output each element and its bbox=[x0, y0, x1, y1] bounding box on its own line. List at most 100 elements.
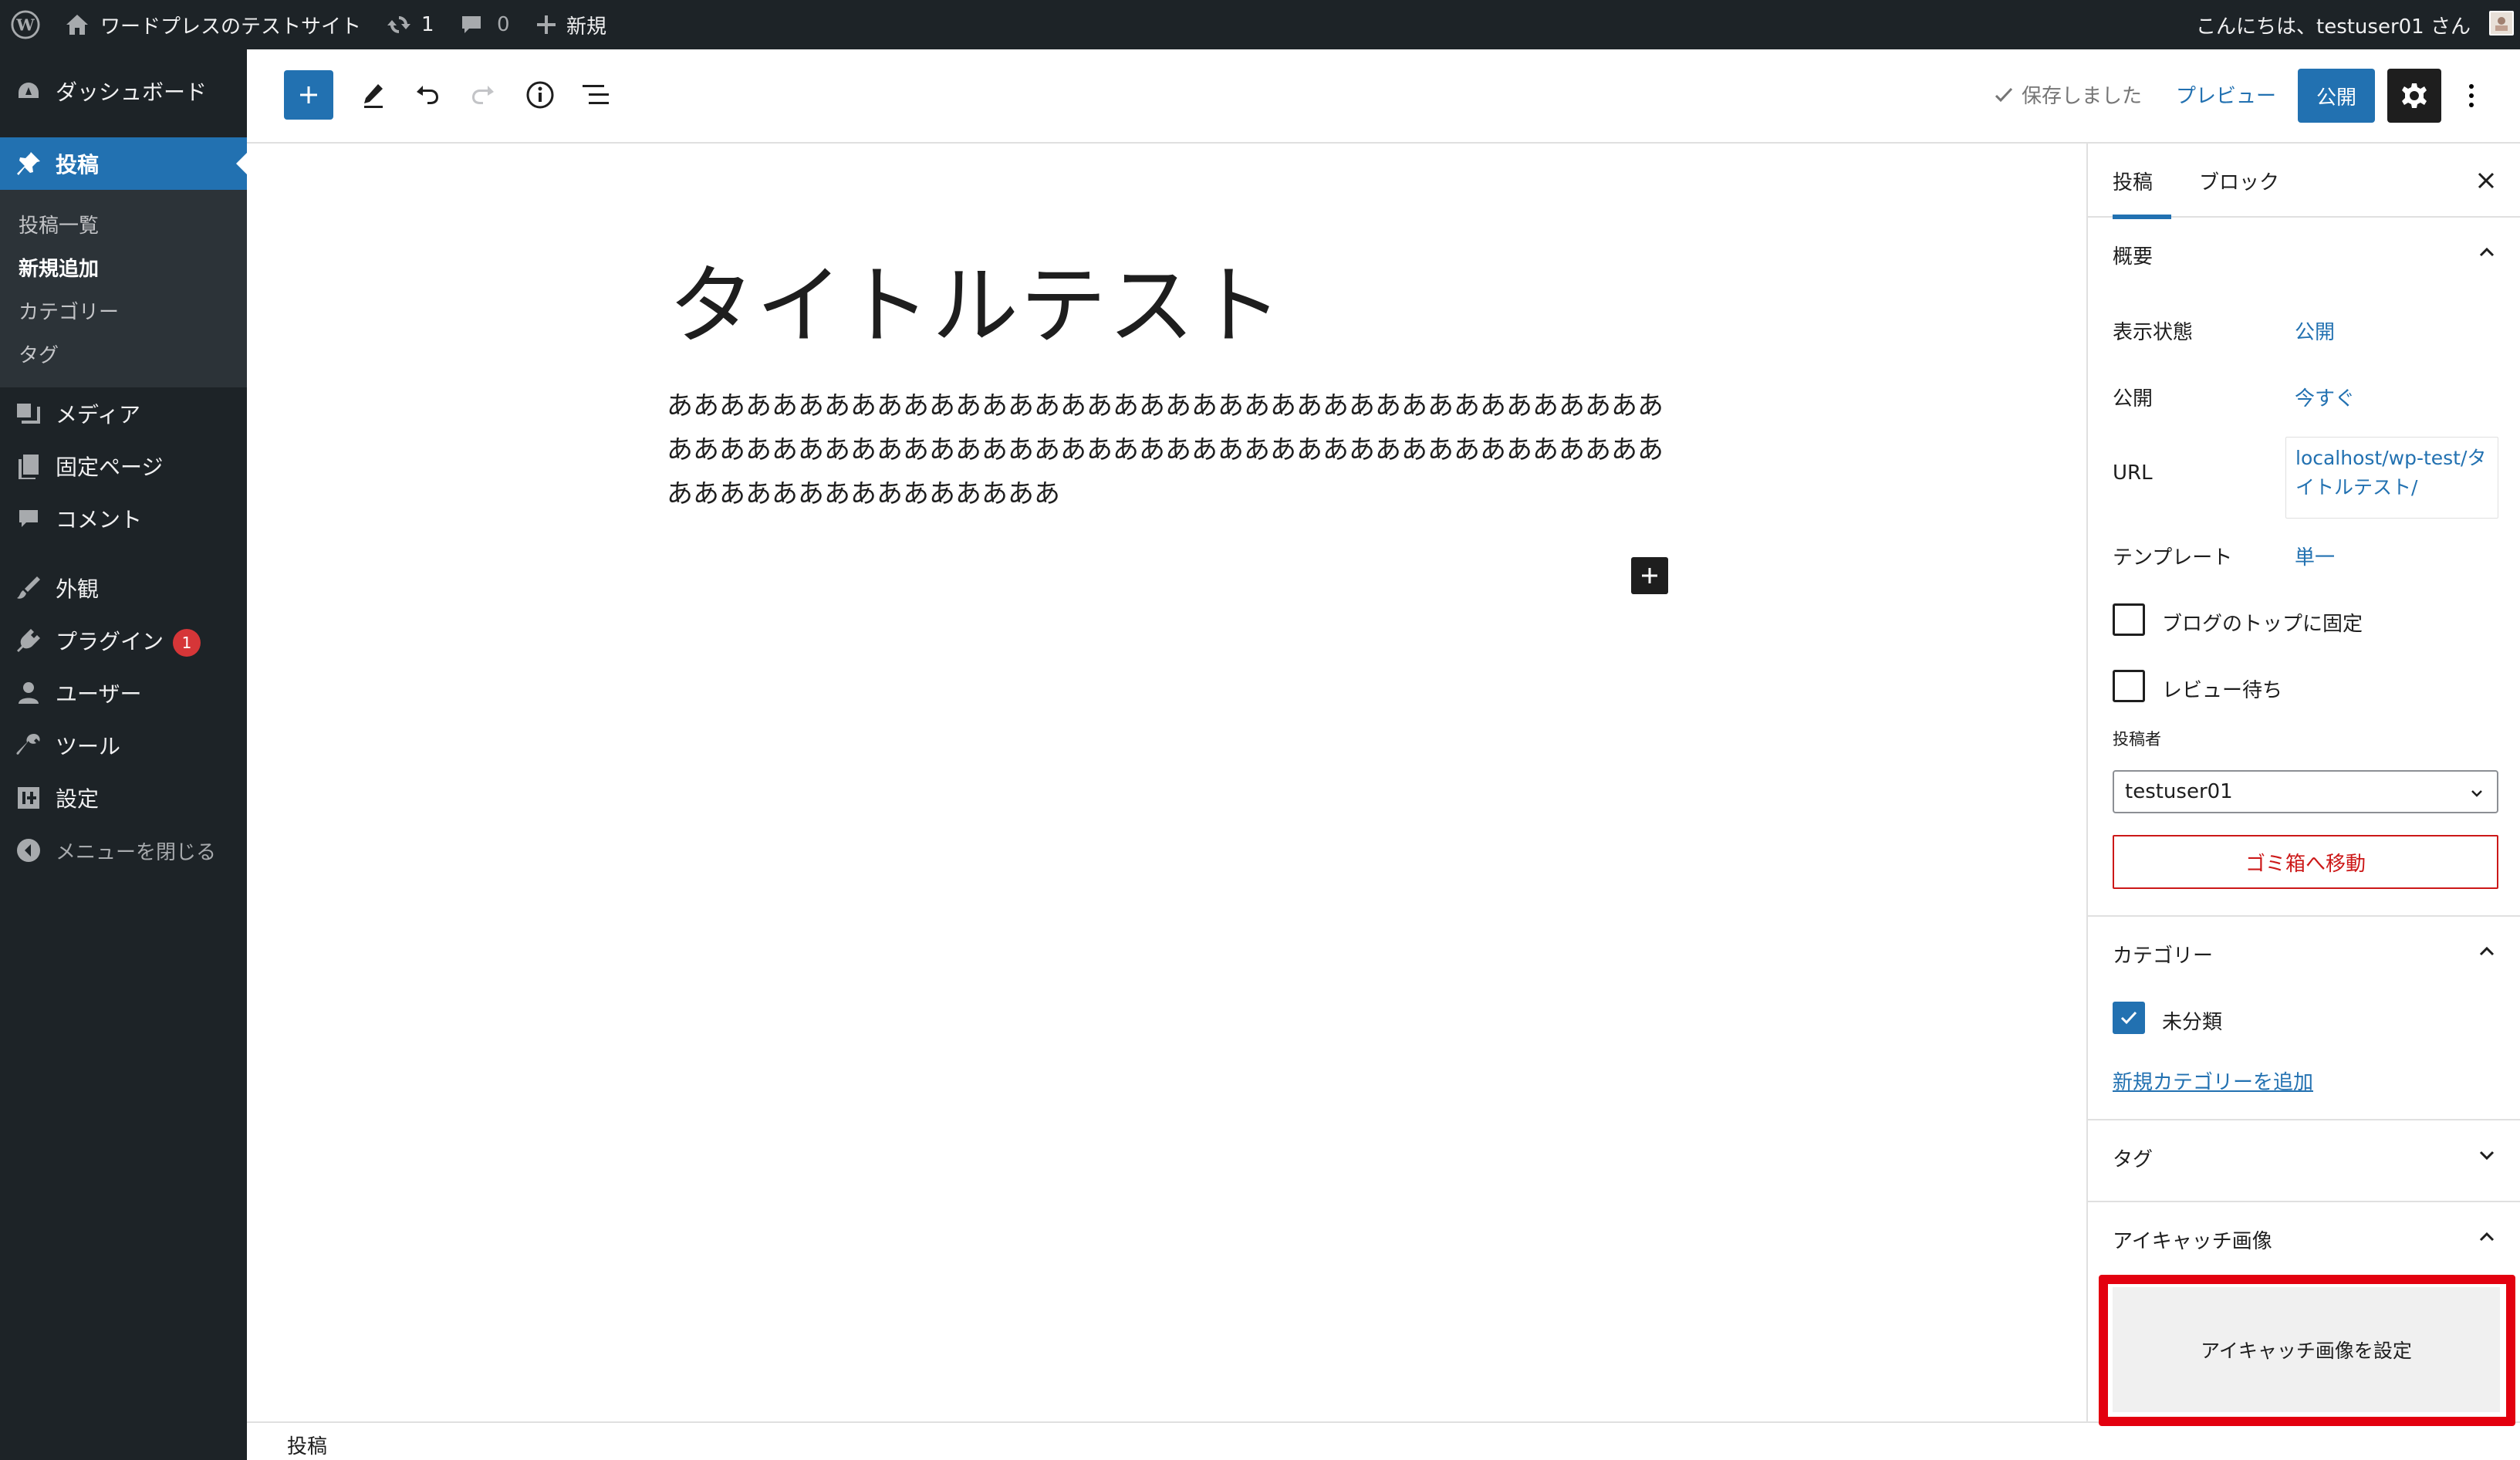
appearance-icon bbox=[15, 575, 42, 601]
visibility-label: 表示状態 bbox=[2113, 321, 2194, 344]
sidebar-item-label: メディア bbox=[56, 402, 141, 428]
panel-title: タグ bbox=[2113, 1147, 2153, 1171]
sidebar-item-media[interactable]: メディア bbox=[0, 387, 247, 440]
plus-icon bbox=[535, 14, 557, 35]
panel-divider bbox=[2088, 1119, 2520, 1120]
user-icon bbox=[15, 680, 42, 706]
redo-icon bbox=[469, 81, 497, 109]
check-icon bbox=[2117, 1006, 2140, 1029]
sidebar-item-appearance[interactable]: 外観 bbox=[0, 562, 247, 614]
pencil-icon bbox=[360, 81, 387, 109]
chevron-up-icon bbox=[2475, 1225, 2498, 1249]
posts-submenu: 投稿一覧 新規追加 カテゴリー タグ bbox=[0, 190, 247, 387]
post-title[interactable]: タイトルテスト bbox=[668, 236, 1284, 361]
panel-title: アイキャッチ画像 bbox=[2113, 1229, 2272, 1253]
category-checkbox[interactable] bbox=[2113, 1002, 2145, 1034]
editor-canvas[interactable]: タイトルテスト ああああああああああああああああああああああああああああああああ… bbox=[247, 144, 2086, 1421]
close-icon bbox=[2476, 171, 2496, 191]
featured-image-panel-toggle[interactable]: アイキャッチ画像 bbox=[2088, 1204, 2520, 1275]
author-label: 投稿者 bbox=[2113, 730, 2161, 749]
paragraph-block[interactable]: ああああああああああああああああああああああああああああああああああああああああ… bbox=[667, 384, 1685, 516]
publish-date-value[interactable]: 今すぐ bbox=[2295, 383, 2355, 411]
block-inserter-button[interactable] bbox=[284, 70, 333, 120]
template-value[interactable]: 単一 bbox=[2295, 542, 2335, 570]
settings-icon bbox=[15, 785, 42, 811]
comment-icon bbox=[460, 13, 483, 36]
sidebar-item-tools[interactable]: ツール bbox=[0, 719, 247, 772]
breadcrumb[interactable]: 投稿 bbox=[287, 1431, 327, 1459]
settings-toggle-button[interactable] bbox=[2387, 69, 2441, 123]
media-icon bbox=[15, 400, 42, 427]
tab-block[interactable]: ブロック bbox=[2199, 144, 2279, 218]
wordpress-logo-icon[interactable]: W bbox=[11, 0, 40, 49]
avatar[interactable] bbox=[2489, 11, 2514, 35]
submenu-all-posts[interactable]: 投稿一覧 bbox=[19, 210, 99, 238]
save-status-label: 保存しました bbox=[2022, 85, 2143, 108]
author-value: testuser01 bbox=[2125, 780, 2233, 803]
site-name-link[interactable]: ワードプレスのテストサイト bbox=[65, 0, 361, 49]
publish-button[interactable]: 公開 bbox=[2298, 69, 2375, 123]
details-button[interactable] bbox=[514, 69, 566, 121]
plus-icon bbox=[1639, 565, 1660, 586]
pending-review-checkbox[interactable] bbox=[2113, 670, 2145, 702]
summary-panel-toggle[interactable]: 概要 bbox=[2088, 219, 2520, 290]
edit-tool-button[interactable] bbox=[347, 69, 400, 121]
more-options-button[interactable] bbox=[2452, 69, 2491, 123]
undo-icon bbox=[414, 81, 441, 109]
submenu-categories[interactable]: カテゴリー bbox=[19, 296, 119, 325]
category-label: 未分類 bbox=[2162, 1011, 2223, 1034]
undo-button[interactable] bbox=[401, 69, 454, 121]
visibility-value[interactable]: 公開 bbox=[2295, 316, 2335, 345]
sidebar-item-plugins[interactable]: プラグイン 1 bbox=[0, 614, 247, 667]
move-to-trash-button[interactable]: ゴミ箱へ移動 bbox=[2113, 835, 2498, 889]
tab-label: ブロック bbox=[2199, 171, 2280, 194]
sidebar-item-comments[interactable]: コメント bbox=[0, 492, 247, 545]
sticky-label: ブログのトップに固定 bbox=[2162, 613, 2363, 636]
comment-icon bbox=[15, 505, 42, 532]
new-content-link[interactable]: 新規 bbox=[535, 0, 606, 49]
preview-button[interactable]: プレビュー bbox=[2176, 80, 2276, 109]
author-select[interactable]: testuser01 bbox=[2113, 770, 2498, 813]
sticky-checkbox[interactable] bbox=[2113, 603, 2145, 636]
sidebar-item-pages[interactable]: 固定ページ bbox=[0, 440, 247, 492]
chevron-up-icon bbox=[2475, 940, 2498, 963]
admin-sidebar: ダッシュボード 投稿 投稿一覧 新規追加 カテゴリー タグ メディア 固定ページ… bbox=[0, 49, 247, 1460]
submenu-add-new[interactable]: 新規追加 bbox=[19, 253, 99, 282]
template-label: テンプレート bbox=[2113, 546, 2233, 569]
sidebar-item-label: ツール bbox=[56, 734, 121, 759]
categories-panel-toggle[interactable]: カテゴリー bbox=[2088, 918, 2520, 989]
sidebar-item-label: ユーザー bbox=[56, 681, 142, 707]
close-settings-button[interactable] bbox=[2468, 162, 2505, 199]
greeting: こんにちは、testuser01 さん bbox=[2196, 15, 2471, 39]
sidebar-item-label: プラグイン 1 bbox=[56, 625, 201, 657]
comments-link[interactable]: 0 bbox=[460, 0, 510, 49]
new-label: 新規 bbox=[566, 15, 607, 39]
add-new-category-link[interactable]: 新規カテゴリーを追加 bbox=[2113, 1066, 2313, 1095]
list-view-button[interactable] bbox=[569, 69, 622, 121]
tab-post[interactable]: 投稿 bbox=[2113, 144, 2171, 219]
updates-link[interactable]: 1 bbox=[386, 0, 434, 49]
sidebar-item-users[interactable]: ユーザー bbox=[0, 667, 247, 719]
panel-divider bbox=[2088, 1201, 2520, 1202]
account-link[interactable]: こんにちは、testuser01 さん bbox=[2196, 0, 2471, 49]
admin-bar: W ワードプレスのテストサイト 1 0 新規 こんにちは、testuser01 … bbox=[0, 0, 2520, 49]
inline-block-inserter-button[interactable] bbox=[1631, 557, 1668, 594]
collapse-menu-button[interactable]: メニューを閉じる bbox=[0, 824, 247, 877]
url-value[interactable]: localhost/wp-test/タイトルテスト/ bbox=[2285, 437, 2498, 519]
editor-footer: 投稿 bbox=[247, 1421, 2520, 1460]
panel-title: カテゴリー bbox=[2113, 944, 2214, 968]
sidebar-item-dashboard[interactable]: ダッシュボード bbox=[0, 65, 247, 117]
submenu-tags[interactable]: タグ bbox=[19, 340, 59, 368]
chevron-down-icon bbox=[2468, 784, 2486, 803]
highlight-box bbox=[2099, 1275, 2515, 1426]
pin-icon bbox=[15, 150, 42, 177]
kebab-menu-icon bbox=[2468, 83, 2475, 109]
redo-button[interactable] bbox=[457, 69, 509, 121]
sidebar-item-settings[interactable]: 設定 bbox=[0, 772, 247, 824]
site-name: ワードプレスのテストサイト bbox=[100, 15, 362, 39]
sidebar-item-posts[interactable]: 投稿 bbox=[0, 137, 247, 190]
sidebar-item-label: 外観 bbox=[56, 576, 100, 602]
tags-panel-toggle[interactable]: タグ bbox=[2088, 1122, 2520, 1193]
editor-toolbar: 保存しました プレビュー 公開 bbox=[247, 49, 2520, 144]
list-view-icon bbox=[581, 82, 610, 108]
